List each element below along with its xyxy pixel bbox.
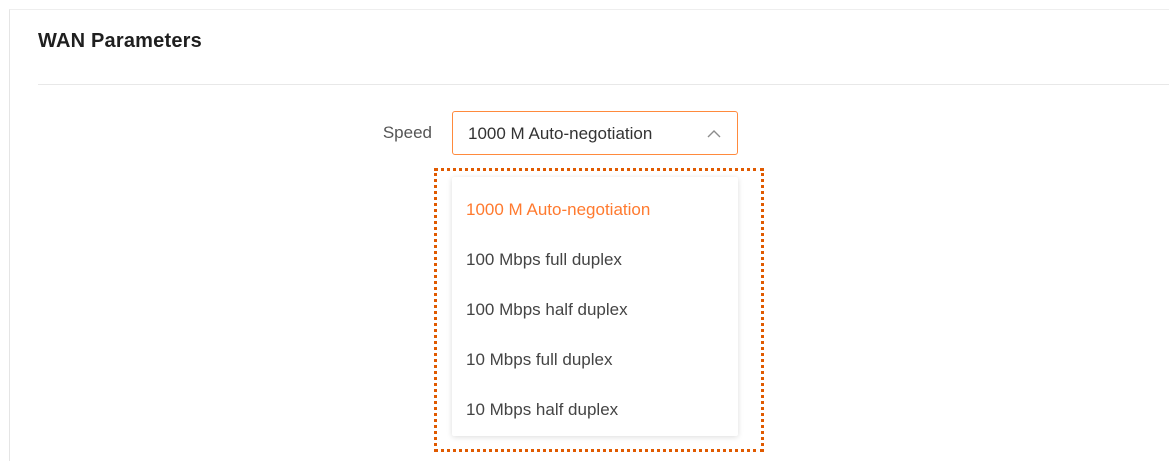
section-title: WAN Parameters <box>38 30 202 52</box>
speed-label: Speed <box>382 123 432 142</box>
speed-select[interactable]: 1000 M Auto-negotiation <box>452 111 738 155</box>
speed-select-value: 1000 M Auto-negotiation <box>468 124 653 143</box>
divider <box>38 84 1169 85</box>
chevron-up-icon[interactable] <box>705 125 723 143</box>
dropdown-highlight-outline <box>434 168 764 452</box>
page: WAN Parameters Speed 1000 M Auto-negotia… <box>0 0 1169 461</box>
